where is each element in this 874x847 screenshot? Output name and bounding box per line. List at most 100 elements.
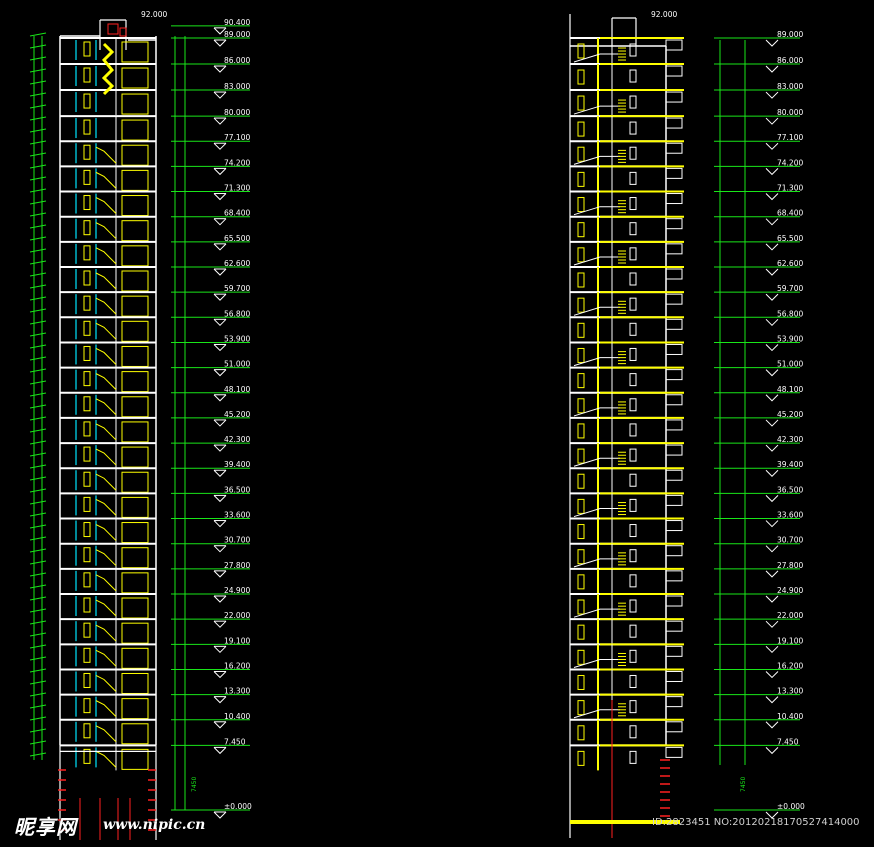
left-stair-flight [95, 574, 117, 592]
left-window-frame [121, 572, 149, 594]
right-balcony [665, 570, 683, 582]
left-window-frame [83, 471, 91, 487]
left-dimension-tick [29, 356, 47, 361]
left-level-triangle [213, 318, 227, 327]
right-level-triangle [765, 645, 779, 654]
left-window-frame [83, 446, 91, 462]
left-level-triangle [213, 369, 227, 377]
left-dimension-tick [29, 596, 47, 601]
right-level-triangle [765, 142, 779, 150]
left-level-triangle [213, 394, 227, 402]
left-level-triangle [213, 39, 227, 47]
left-level-label: 10.400 [224, 712, 250, 721]
right-window-frame [629, 398, 637, 412]
left-window-frame [83, 496, 91, 512]
right-window-frame [577, 171, 585, 187]
left-dimension-tick [29, 272, 47, 277]
left-level-label: 45.200 [224, 410, 250, 419]
right-window-frame [577, 448, 585, 464]
left-level-triangle [213, 620, 227, 628]
left-dimension-tick [29, 188, 47, 193]
right-window-frame [577, 373, 585, 389]
left-level-label: 62.600 [224, 259, 250, 268]
left-level-label: 27.800 [224, 561, 250, 570]
right-level-triangle [765, 369, 779, 377]
right-window-frame [629, 574, 637, 588]
left-dimension-tick [29, 416, 47, 421]
right-balcony [665, 369, 683, 381]
right-level-triangle [765, 545, 779, 553]
left-window-frame [83, 371, 91, 387]
right-window-frame [577, 649, 585, 665]
left-stair-flight [95, 624, 117, 642]
left-dimension-tick [29, 572, 47, 577]
left-dimension-tick [29, 668, 47, 673]
left-dimension-tick [29, 392, 47, 397]
left-window-frame [121, 67, 149, 89]
left-window-frame [121, 195, 149, 217]
right-level-label: 30.700 [777, 536, 803, 545]
right-window-frame [577, 549, 585, 565]
right-window-frame [577, 297, 585, 313]
left-dimension-tick [29, 632, 47, 637]
right-window-frame [577, 197, 585, 213]
right-balcony [665, 343, 683, 355]
left-level-label: 16.200 [224, 661, 250, 670]
top-elevation-label-right: 92.000 [651, 10, 677, 19]
left-dimension-tick [29, 164, 47, 169]
right-window-frame [629, 599, 637, 613]
left-window-frame [121, 547, 149, 569]
left-dimension-tick [29, 488, 47, 493]
left-dimension-tick [29, 212, 47, 217]
right-level-label: 24.900 [777, 586, 803, 595]
left-window-frame [121, 119, 149, 141]
right-window-frame [577, 750, 585, 766]
right-window-frame [629, 247, 637, 261]
right-level-triangle [765, 344, 779, 352]
left-dimension-tick [29, 308, 47, 313]
right-balcony [665, 696, 683, 708]
right-window-frame [629, 423, 637, 437]
left-level-triangle [213, 268, 227, 276]
left-level-label: 33.600 [224, 511, 250, 520]
left-stair-flight [95, 675, 117, 692]
right-balcony [665, 65, 683, 77]
left-window-frame [83, 41, 91, 57]
base-dimension-label-right: 7450 [740, 777, 747, 792]
left-level-triangle [213, 645, 227, 654]
left-window-frame [121, 672, 149, 694]
left-dimension-tick [29, 32, 47, 37]
right-level-triangle [765, 495, 779, 503]
right-level-triangle [765, 293, 779, 301]
right-window-frame [629, 121, 637, 135]
right-balcony [665, 167, 683, 179]
left-dimension-tick [29, 476, 47, 481]
left-stair-flight [95, 498, 117, 516]
left-stair-flight [95, 473, 117, 491]
left-window-frame [83, 119, 91, 135]
left-dimension-tick [29, 440, 47, 445]
building-section-drawing: 92.000 92.000 7450 7450 90.400 89.000 86.0… [29, 10, 805, 840]
left-dimension-tick [29, 464, 47, 469]
right-level-triangle [765, 520, 779, 528]
left-stair-flight [95, 247, 117, 265]
left-window-frame [83, 345, 91, 361]
left-dimension-tick [29, 56, 47, 61]
left-stair-flight [95, 700, 117, 717]
right-level-triangle [765, 168, 779, 176]
right-level-label: 7.450 [777, 737, 799, 746]
right-window-frame [629, 171, 637, 185]
left-dimension-tick [29, 260, 47, 265]
right-balcony [665, 721, 683, 733]
right-window-frame [629, 498, 637, 512]
left-level-triangle [213, 344, 227, 352]
right-window-frame [577, 272, 585, 288]
left-dimension-tick [29, 728, 47, 733]
left-window-frame [83, 93, 91, 109]
right-window-frame [577, 247, 585, 263]
right-window-frame [629, 222, 637, 236]
left-window-frame [121, 522, 149, 544]
left-dimension-tick [29, 752, 47, 757]
cad-drawing-canvas: 92.000 92.000 7450 7450 90.400 89.000 86.0… [0, 0, 874, 843]
right-level-label: 86.000 [777, 56, 803, 65]
